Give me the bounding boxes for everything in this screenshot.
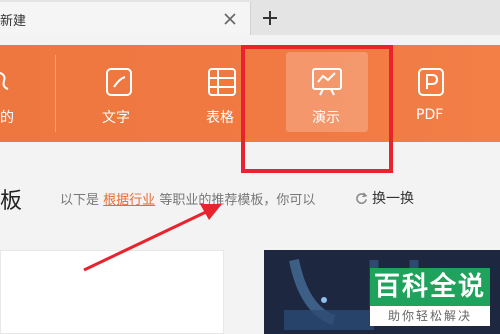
toolbar-item-spreadsheet[interactable]: 表格	[194, 45, 248, 142]
toolbar-item-label: 的	[0, 110, 14, 126]
hint-suffix: 等职业的推荐模板，你可以	[159, 193, 316, 208]
tab-title: 新建	[0, 14, 27, 29]
refresh-icon	[356, 192, 368, 204]
table-icon	[208, 68, 236, 96]
tab-bar: 新建	[0, 0, 500, 35]
section-title: 板	[0, 189, 23, 214]
watermark-subtitle: 助你轻松解决	[370, 306, 490, 326]
refresh-button[interactable]: 换一换	[355, 188, 414, 208]
plus-icon[interactable]	[258, 6, 282, 30]
toolbar-item-label: 表格	[206, 110, 234, 126]
hint-prefix: 以下是	[60, 193, 100, 208]
watermark-title: 百科全说	[370, 268, 490, 306]
refresh-label: 换一换	[372, 191, 414, 207]
document-icon	[106, 68, 132, 96]
watermark-logo: 百科全说 助你轻松解决	[370, 268, 490, 326]
toolbar-item-label: PDF	[416, 107, 444, 123]
tab-new[interactable]: 新建	[0, 2, 251, 35]
pdf-icon	[418, 68, 444, 96]
partial-icon	[0, 72, 9, 90]
recommend-hint: 以下是 根据行业 等职业的推荐模板，你可以	[60, 189, 315, 208]
close-icon[interactable]	[220, 9, 240, 29]
template-card[interactable]	[0, 250, 224, 334]
toolbar-item-pdf[interactable]: PDF	[404, 45, 458, 142]
toolbar-item-partial[interactable]: 的	[0, 45, 20, 142]
toolbar-item-writer[interactable]: 文字	[92, 45, 146, 142]
industry-link[interactable]: 根据行业	[103, 193, 155, 208]
toolbar-divider	[55, 55, 56, 132]
annotation-highlight-box	[241, 45, 393, 173]
toolbar-item-label: 文字	[102, 110, 130, 126]
